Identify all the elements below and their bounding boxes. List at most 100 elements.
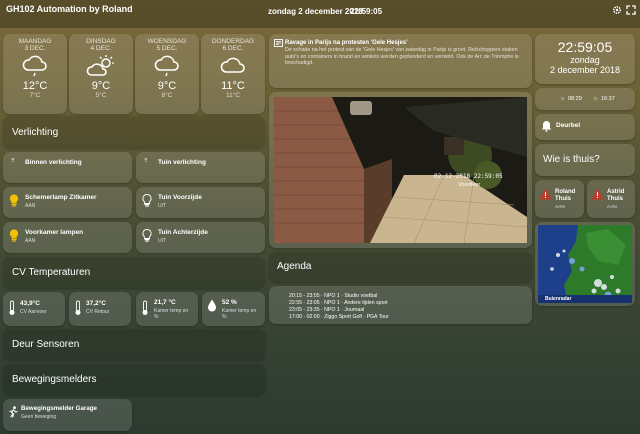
who-home-header: Wie is thuis?	[535, 144, 635, 176]
gear-icon[interactable]	[612, 5, 622, 15]
bulb-on-icon	[9, 229, 19, 242]
cv-label: CV Aanvoer	[20, 309, 47, 315]
switch-name: Tuin Achterzijde	[158, 229, 208, 236]
camera-overlay-name: Voordeur	[458, 182, 481, 188]
bulb-off-icon	[142, 229, 152, 242]
bulb-off-icon	[142, 194, 152, 207]
switch-tuin-achterzijde[interactable]: Tuin Achterzijde UIT	[136, 222, 265, 253]
news-tile[interactable]: Ravage in Parijs na protesten 'Gele Hesj…	[269, 34, 532, 88]
header-time: 22:59:05	[350, 7, 383, 16]
cv-value: 21,7 °C	[154, 299, 176, 306]
clock-tile: 22:59:05 zondag 2 december 2018	[535, 34, 635, 84]
cv-label: Kamer temp en %	[222, 308, 257, 320]
cv-label: Kamer temp en %	[154, 308, 189, 320]
agenda-item: 22:55 - 23:05 · NPO 1 · Andere tijden sp…	[289, 300, 388, 306]
news-title: Ravage in Parijs na protesten 'Gele Hesj…	[285, 40, 408, 46]
thermometer-icon	[9, 300, 15, 315]
presence-state: AAN	[607, 205, 617, 210]
warning-icon	[539, 188, 552, 200]
weather-temp: 9°C	[157, 80, 177, 92]
camera-tile[interactable]: 02-12-2018 22:59:05 Voordeur	[269, 92, 532, 248]
camera-overlay-date: 02-12-2018 22:59:05	[434, 173, 503, 180]
agenda-item: 17:00 - 02:00 · Ziggo Sport Golf · PGA T…	[289, 314, 389, 320]
fullscreen-icon[interactable]	[626, 5, 636, 15]
switch-voorkamer[interactable]: Voorkamer lampen AAN	[3, 222, 132, 253]
weather-day-name: MAANDAG	[18, 38, 52, 45]
presence-name: Astrid Thuis	[607, 189, 625, 202]
motion-header: Bewegingsmelders	[3, 364, 265, 395]
motion-sensor-name: Bewegingsmelder Garage	[21, 405, 97, 412]
switch-state: UIT	[158, 203, 167, 209]
camera-scene	[274, 97, 527, 243]
cv-header: CV Temperaturen	[3, 257, 265, 288]
clock-date: 2 december 2018	[549, 65, 621, 75]
weather-day-0: MAANDAG 3 DEC. 12°C 7°C	[3, 34, 67, 114]
bulb-on-icon	[9, 194, 19, 207]
news-body: De schade na het protest van de 'Gele He…	[285, 47, 519, 67]
app-title: GH102 Automation by Roland	[6, 4, 133, 14]
lighting-group-garden[interactable]: ⠿ Tuin verlichting	[136, 152, 265, 183]
thermometer-icon	[142, 300, 148, 315]
cloud-icon	[220, 57, 245, 73]
weather-day-date: 6 DEC.	[222, 45, 244, 52]
weather-day-date: 3 DEC.	[24, 45, 46, 52]
weather-temp: 9°C	[91, 80, 111, 92]
cv-value: 43,9°C	[20, 300, 40, 307]
motion-sensor-garage[interactable]: Bewegingsmelder Garage Geen beweging	[3, 399, 132, 431]
radar-label: Buienradar	[545, 296, 572, 302]
sunset-icon: ☼	[593, 96, 599, 102]
running-person-icon	[9, 406, 18, 418]
weather-low: 5°C	[95, 92, 107, 99]
lighting-header: Verlichting	[3, 116, 265, 148]
switch-tuin-voorzijde[interactable]: Tuin Voorzijde UIT	[136, 187, 265, 218]
droplet-icon	[208, 299, 216, 312]
radar-map	[538, 225, 632, 303]
thermometer-icon	[75, 300, 81, 315]
motion-sensor-state: Geen beweging	[21, 414, 57, 420]
top-bar: GH102 Automation by Roland zondag 2 dece…	[0, 0, 640, 28]
presence-name: Roland Thuis	[555, 189, 576, 202]
switch-state: UIT	[158, 238, 167, 244]
group-label: Tuin verlichting	[158, 159, 206, 166]
weather-day-date: 5 DEC.	[156, 45, 178, 52]
doorbell-tile[interactable]: Deurbel	[535, 114, 635, 140]
switch-schemerlamp[interactable]: Schemerlamp Zitkamer AAN	[3, 187, 132, 218]
switch-name: Tuin Voorzijde	[158, 194, 202, 201]
door-title: Deur Sensoren	[12, 339, 80, 350]
presence-tile-astrid[interactable]: Astrid Thuis AAN	[587, 180, 635, 218]
weather-day-name: DINSDAG	[86, 38, 116, 45]
cv-tile-aanvoer: 43,9°C CV Aanvoer	[3, 292, 65, 326]
header-date: zondag 2 december 2018	[268, 7, 363, 16]
newspaper-icon	[274, 39, 283, 47]
doorbell-label: Deurbel	[556, 122, 581, 129]
agenda-header: Agenda	[269, 252, 532, 282]
drag-handle-icon: ⠿	[144, 158, 148, 164]
switch-name: Schemerlamp Zitkamer	[25, 194, 97, 201]
weather-low: 8°C	[161, 92, 173, 99]
cv-tile-kamer-temp: 21,7 °C Kamer temp en %	[136, 292, 198, 326]
clock-day: zondag	[570, 55, 600, 65]
clock-time: 22:59:05	[557, 39, 613, 55]
weather-low: 11°C	[225, 92, 241, 99]
lighting-group-inside[interactable]: ⠿ Binnen verlichting	[3, 152, 132, 183]
weather-temp: 12°C	[22, 80, 48, 92]
camera-image: 02-12-2018 22:59:05 Voordeur	[274, 97, 527, 243]
weather-day-2: WOENSDAG 5 DEC. 9°C 8°C	[135, 34, 199, 114]
weather-day-name: WOENSDAG	[147, 38, 187, 45]
sunrise-icon: ☼	[560, 96, 566, 102]
radar-tile[interactable]: Buienradar	[535, 222, 635, 306]
weather-day-name: DONDERDAG	[211, 38, 255, 45]
sunset-time: 16:37	[601, 96, 615, 102]
group-label: Binnen verlichting	[25, 159, 82, 166]
sun-cloud-icon	[86, 55, 114, 76]
agenda-list: 20:15 - 23:05 · NPO 1 · Studio voetbal 2…	[269, 286, 532, 324]
agenda-title: Agenda	[277, 261, 312, 272]
weather-temp: 11°C	[221, 80, 245, 92]
presence-state: AAN	[555, 205, 565, 210]
switch-state: AAN	[25, 203, 36, 209]
cv-title: CV Temperaturen	[12, 267, 91, 278]
weather-day-3: DONDERDAG 6 DEC. 11°C 11°C	[201, 34, 265, 114]
cv-value: 52 %	[222, 299, 237, 306]
presence-tile-roland[interactable]: Roland Thuis AAN	[535, 180, 584, 218]
weather-low: 7°C	[29, 92, 41, 99]
